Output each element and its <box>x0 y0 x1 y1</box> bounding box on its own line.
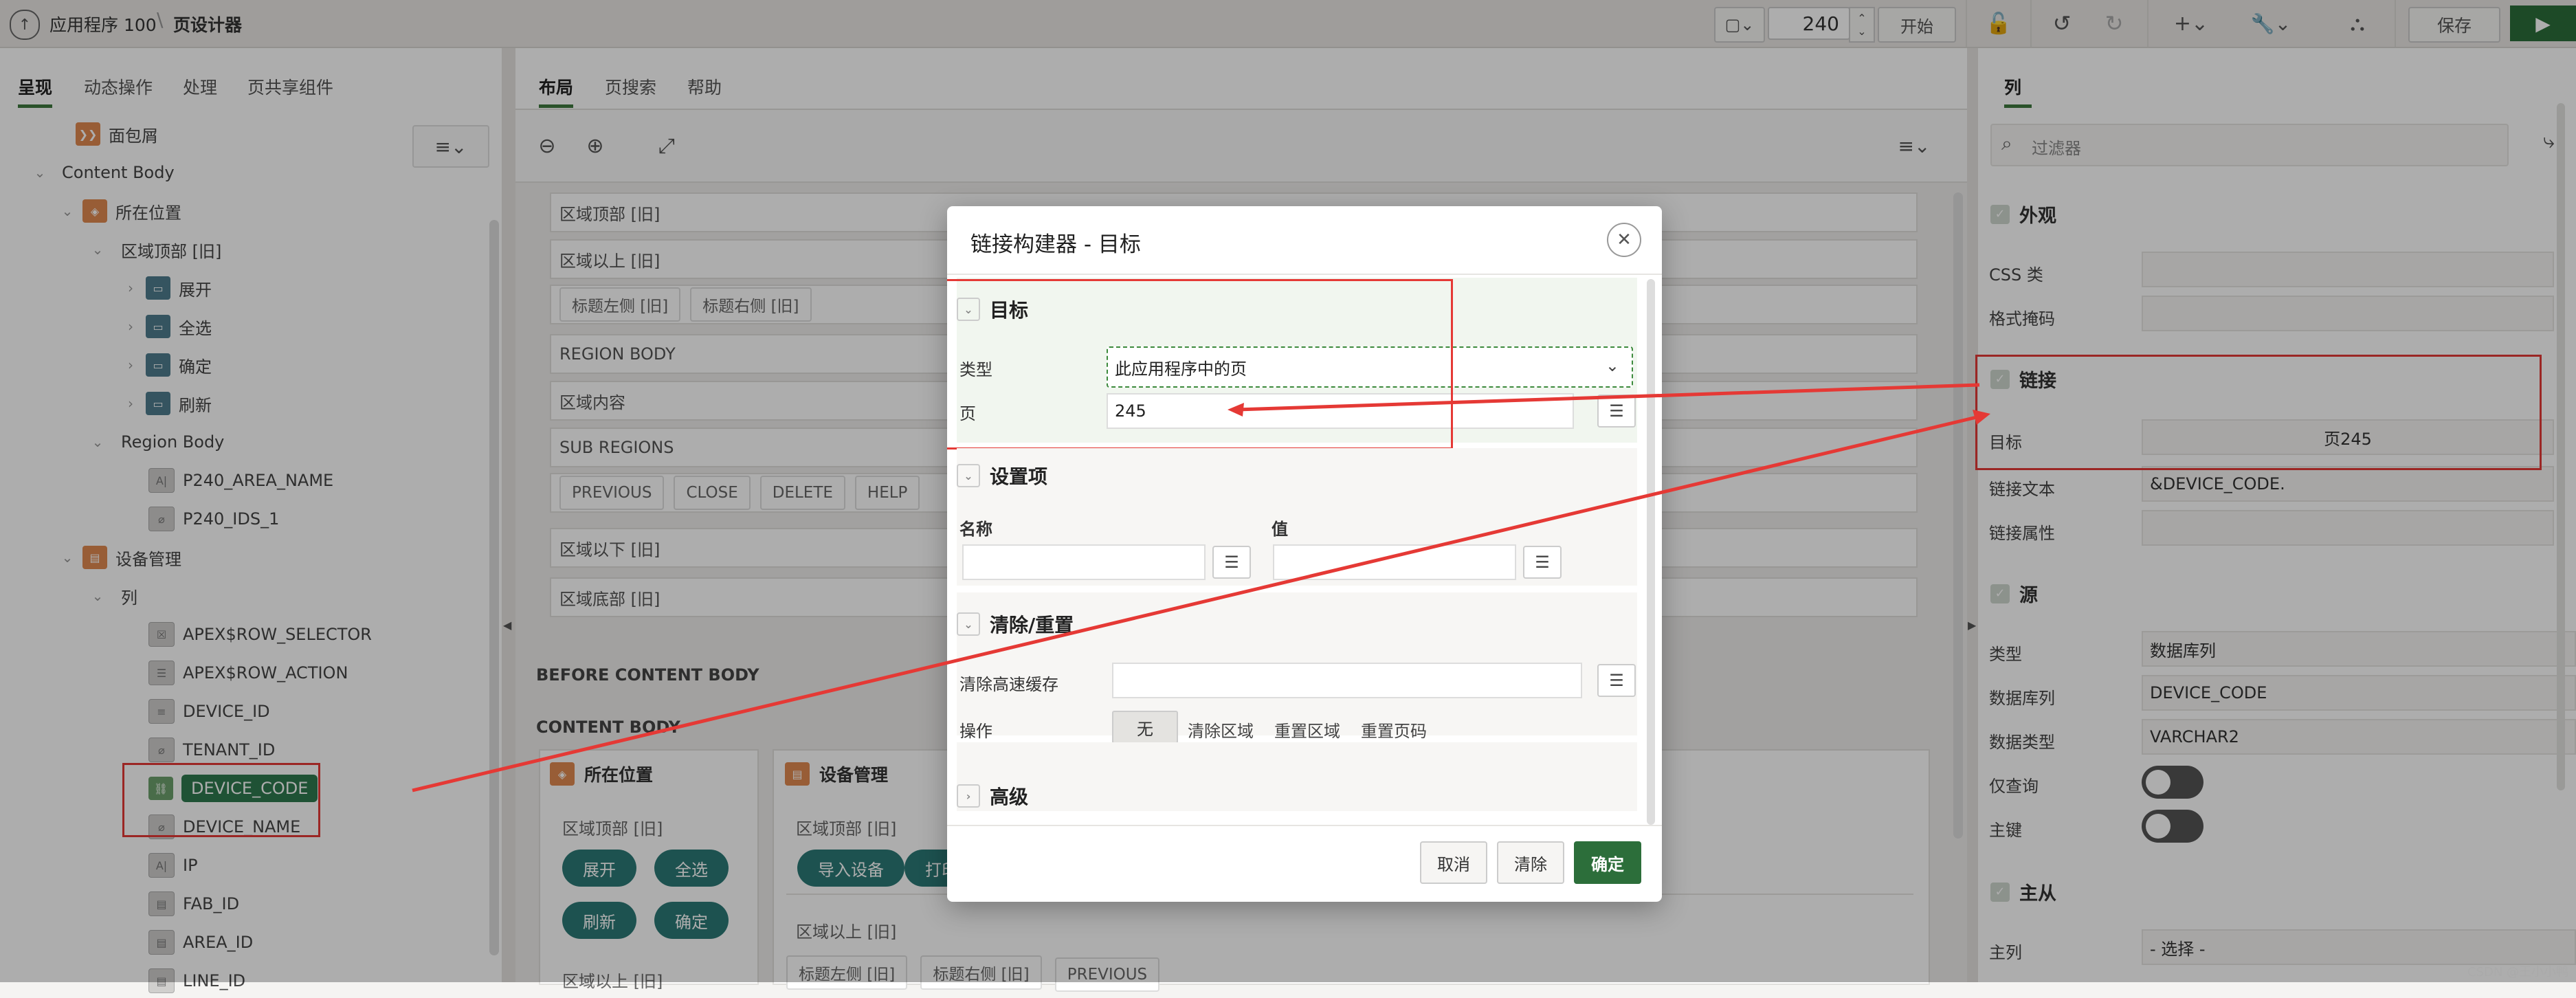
arrowhead-target <box>1973 410 1990 425</box>
arrowhead-page <box>1228 403 1244 417</box>
arrow-code-to-target <box>412 414 1980 792</box>
arrow-link-to-page <box>1236 383 1980 412</box>
watermark: CSDN @王小小鸭 <box>2467 965 2569 979</box>
annotation-arrows <box>412 383 1990 792</box>
